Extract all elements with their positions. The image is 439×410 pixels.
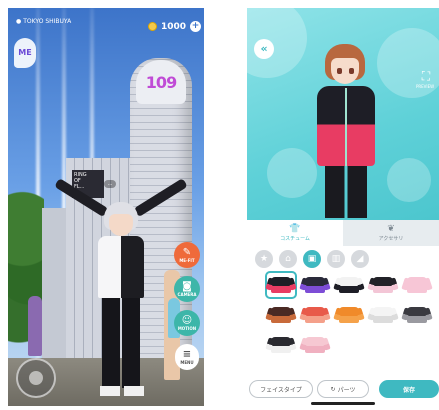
location-label: ● TOKYO SHIBUYA xyxy=(16,18,71,25)
tab-label: コスチューム xyxy=(280,236,310,242)
ar-view-screen: 109 RING OF FL... ● TOKYO SHIBUYA 1000 +… xyxy=(8,8,204,406)
avatar-preview[interactable]: « ⛶ PREVIEW xyxy=(247,8,439,220)
category-tops[interactable]: ▣ xyxy=(303,250,321,268)
menu-label: MENU xyxy=(180,360,194,365)
hoodie-icon xyxy=(373,307,393,323)
location-text: TOKYO SHIBUYA xyxy=(23,18,72,25)
tab-accessory[interactable]: ❦ アクセサリ xyxy=(343,220,439,246)
costume-item[interactable] xyxy=(369,303,397,327)
face-type-button[interactable]: フェイスタイプ xyxy=(249,380,313,398)
avatar-face xyxy=(331,58,359,84)
pedestrian xyxy=(28,296,42,356)
fullscreen-icon[interactable]: ⛶ xyxy=(418,68,434,84)
movement-joystick[interactable] xyxy=(16,358,56,398)
tab-label: アクセサリ xyxy=(378,236,404,242)
category-hat[interactable]: ⌂ xyxy=(279,250,297,268)
costume-item[interactable] xyxy=(403,303,431,327)
coin-balance: 1000 + xyxy=(148,21,202,32)
category-favorite[interactable]: ★ xyxy=(255,250,273,268)
avatar-shoes xyxy=(100,386,144,396)
camera-button[interactable]: ◙ CAMERA xyxy=(174,276,200,302)
coin-count: 1000 xyxy=(161,21,187,32)
bg-bubble xyxy=(387,158,431,202)
tab-costume[interactable]: 👕 コスチューム xyxy=(247,220,343,246)
star-icon: ★ xyxy=(259,254,269,264)
home-indicator xyxy=(311,402,375,405)
pin-icon: ● xyxy=(16,18,22,25)
hat-icon: ⌂ xyxy=(285,254,291,264)
me-fit-label: ME-FIT xyxy=(179,258,195,263)
necklace-icon: ❦ xyxy=(387,224,395,234)
category-filter: ★ ⌂ ▣ ▥ ◢ xyxy=(255,248,435,270)
shoe-icon: ◢ xyxy=(356,254,364,264)
costume-item[interactable] xyxy=(403,273,431,297)
tower-logo: 109 xyxy=(145,72,177,92)
parts-button[interactable]: ↻ パーツ xyxy=(317,380,369,398)
costume-item[interactable] xyxy=(267,333,295,357)
camera-icon: ◙ xyxy=(182,281,192,292)
costume-item[interactable] xyxy=(301,333,329,357)
costume-item[interactable] xyxy=(265,271,297,299)
info-chip[interactable]: ... xyxy=(104,180,116,188)
hoodie-zipper xyxy=(345,88,347,166)
hoodie-icon xyxy=(271,307,291,323)
editor-tabs: 👕 コスチューム ❦ アクセサリ xyxy=(247,220,439,246)
ar-avatar[interactable] xyxy=(54,178,188,398)
hoodie-icon xyxy=(339,277,359,293)
editor-avatar[interactable] xyxy=(313,44,379,220)
profile-menu-button[interactable]: ME xyxy=(14,38,36,68)
avatar-pants xyxy=(102,298,140,388)
save-button[interactable]: 保存 xyxy=(379,380,439,398)
fullscreen-label: PREVIEW xyxy=(415,84,435,89)
avatar-editor-screen: « ⛶ PREVIEW 👕 コスチューム ❦ アクセサリ ★ ⌂ ▣ ▥ ◢ フ… xyxy=(247,8,439,406)
hoodie-icon xyxy=(339,307,359,323)
tower-top: 109 xyxy=(136,60,186,104)
pants-icon: ▥ xyxy=(331,254,341,264)
smile-icon: ☺ xyxy=(181,315,193,326)
avatar-eye xyxy=(337,68,342,74)
hoodie-icon xyxy=(373,277,393,293)
refresh-icon: ↻ xyxy=(330,385,336,393)
costume-item[interactable] xyxy=(267,303,295,327)
hoodie-icon xyxy=(271,277,291,293)
costume-grid xyxy=(265,271,431,357)
hanger-icon: ✎ xyxy=(182,247,192,258)
motion-button[interactable]: ☺ MOTION xyxy=(174,310,200,336)
back-button[interactable]: « xyxy=(254,39,274,59)
avatar-eye xyxy=(349,68,354,74)
hoodie-icon xyxy=(271,337,291,353)
parts-label: パーツ xyxy=(337,386,356,394)
costume-item[interactable] xyxy=(335,303,363,327)
add-coins-button[interactable]: + xyxy=(190,21,202,32)
hoodie-icon xyxy=(407,277,427,293)
avatar-pants xyxy=(325,166,367,218)
hoodie-icon xyxy=(305,307,325,323)
profile-badge: ME xyxy=(18,48,32,57)
category-bottoms[interactable]: ▥ xyxy=(327,250,345,268)
camera-label: CAMERA xyxy=(177,292,197,297)
coin-icon xyxy=(148,22,157,31)
avatar-face xyxy=(109,214,133,236)
editor-action-bar: フェイスタイプ ↻ パーツ 保存 xyxy=(247,378,439,400)
motion-label: MOTION xyxy=(177,326,197,331)
me-fit-button[interactable]: ✎ ME-FIT xyxy=(174,242,200,268)
menu-icon: ≡ xyxy=(182,349,192,360)
avatar-hoodie xyxy=(98,236,144,298)
hoodie-icon xyxy=(305,337,325,353)
bg-bubble xyxy=(267,148,317,198)
shirt-icon: ▣ xyxy=(307,254,317,264)
costume-item[interactable] xyxy=(335,273,363,297)
menu-button[interactable]: ≡ MENU xyxy=(175,344,199,370)
costume-item[interactable] xyxy=(301,273,329,297)
hoodie-icon xyxy=(407,307,427,323)
costume-item[interactable] xyxy=(369,273,397,297)
hoodie-icon xyxy=(305,277,325,293)
shirt-icon: 👕 xyxy=(289,224,301,234)
costume-item[interactable] xyxy=(301,303,329,327)
category-shoes[interactable]: ◢ xyxy=(351,250,369,268)
